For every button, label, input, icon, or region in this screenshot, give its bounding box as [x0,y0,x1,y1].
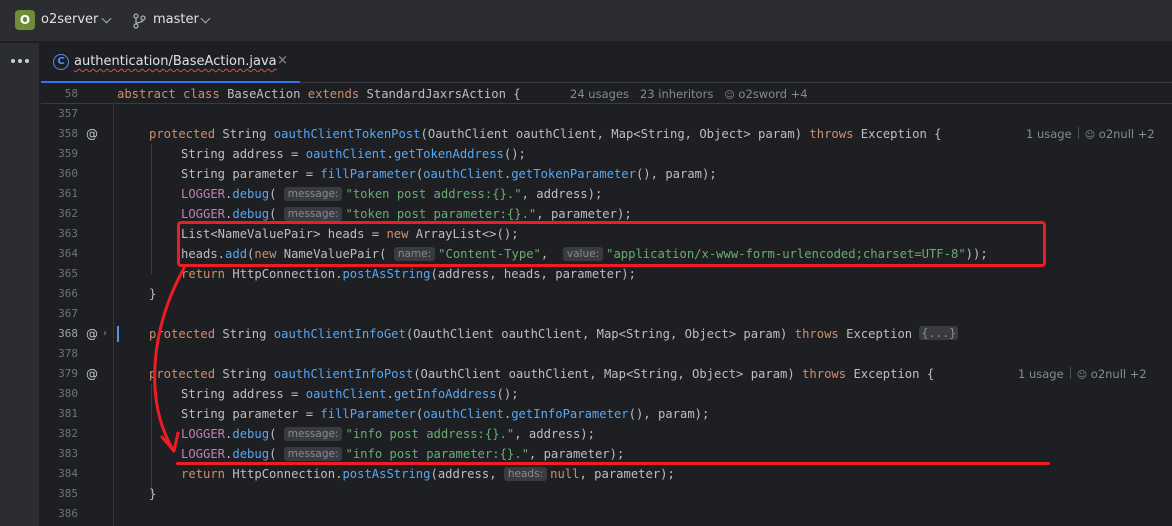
code-line: 358 @ protected String oauthClientTokenP… [41,124,1172,144]
line-number: 358 [58,127,78,140]
code-line: 379 @ protected String oauthClientInfoPo… [41,364,1172,384]
line-number: 360 [58,167,78,180]
usages-hint[interactable]: 1 usage [1026,127,1072,141]
line-number: 357 [58,107,78,120]
editor-tab-bar: C authentication/BaseAction.java × [41,43,1172,83]
line-number: 380 [58,387,78,400]
code-vision[interactable]: 1 usage ☺ o2null +2 [1018,364,1147,386]
sticky-class-header[interactable]: 58 abstract class BaseAction extends Sta… [41,84,1172,104]
author-hint[interactable]: o2sword +4 [738,87,807,101]
author-icon: ☺ [724,90,735,101]
line-number: 378 [58,347,78,360]
code-line: 359 String address = oauthClient.getToke… [41,144,1172,164]
line-number: 382 [58,427,78,440]
close-icon[interactable]: × [277,53,288,68]
code-editor[interactable]: 58 abstract class BaseAction extends Sta… [41,84,1172,526]
line-number: 367 [58,307,78,320]
code-line: 384 return HttpConnection.postAsString(a… [41,464,1172,484]
line-number: 379 [58,367,78,380]
chevron-down-icon[interactable] [101,13,112,24]
code-line: 378 [41,344,1172,364]
line-number: 381 [58,407,78,420]
line-number: 365 [58,267,78,280]
code-line: 368 @ › protected String oauthClientInfo… [41,324,1172,344]
code-line: 361 LOGGER.debug( message: "token post ad… [41,184,1172,204]
project-selector[interactable]: o2server [41,12,98,27]
usages-hint[interactable]: 1 usage [1018,367,1064,381]
highlight-box [177,221,1046,267]
line-number: 386 [58,507,78,520]
tab-baseaction-java[interactable]: C authentication/BaseAction.java × [41,43,300,83]
parameter-hint: heads: [503,467,548,481]
code-line: 380 String address = oauthClient.getInfo… [41,384,1172,404]
tab-label: authentication/BaseAction.java [74,54,277,69]
line-number: 383 [58,447,78,460]
project-badge[interactable]: O [15,10,35,30]
highlight-underline [176,462,1050,465]
line-number: 361 [58,187,78,200]
annotation-at-icon[interactable]: @ [85,127,99,141]
parameter-hint: message: [283,207,343,221]
code-line: 367 [41,304,1172,324]
code-line: 386 [41,504,1172,524]
line-number: 363 [58,227,78,240]
code-line: 385 } [41,484,1172,504]
git-branch-icon [133,13,146,29]
line-number: 385 [58,487,78,500]
tool-window-strip [0,43,40,526]
author-hint[interactable]: o2null +2 [1091,367,1147,381]
inheritors-hint[interactable]: 23 inheritors [640,87,713,101]
code-vision[interactable]: 1 usage ☺ o2null +2 [1026,124,1155,146]
line-number: 58 [64,87,78,100]
annotation-at-icon[interactable]: @ [85,367,99,381]
line-number: 364 [58,247,78,260]
more-options-icon[interactable] [11,59,31,65]
code-line: 382 LOGGER.debug( message: "info post add… [41,424,1172,444]
code-vision[interactable]: 24 usages 23 inheritors ☺ o2sword +4 [570,84,808,106]
title-bar: O o2server master [0,0,1172,42]
branch-selector[interactable]: master [153,12,199,27]
code-line: 360 String parameter = fillParameter(oau… [41,164,1172,184]
chevron-down-icon[interactable] [200,13,211,24]
code-line: 365 return HttpConnection.postAsString(a… [41,264,1172,284]
folded-region[interactable]: {...} [919,326,959,340]
line-number: 362 [58,207,78,220]
java-class-icon: C [53,54,69,70]
code-line: abstract class BaseAction extends Standa… [117,87,521,101]
code-line: 366 } [41,284,1172,304]
text-caret [117,326,119,342]
parameter-hint: message: [283,187,343,201]
code-line: 357 [41,104,1172,124]
author-hint[interactable]: o2null +2 [1099,127,1155,141]
annotation-at-icon[interactable]: @ [85,327,99,341]
line-number: 366 [58,287,78,300]
line-number: 368 [58,327,78,340]
usages-hint[interactable]: 24 usages [570,87,629,101]
line-number: 359 [58,147,78,160]
author-icon: ☺ [1084,130,1096,141]
code-line: 381 String parameter = fillParameter(oau… [41,404,1172,424]
author-icon: ☺ [1076,370,1088,381]
line-number: 384 [58,467,78,480]
code-line: 383 LOGGER.debug( message: "info post par… [41,444,1172,464]
chevron-right-icon[interactable]: › [103,328,107,340]
parameter-hint: message: [283,447,343,461]
parameter-hint: message: [283,427,343,441]
